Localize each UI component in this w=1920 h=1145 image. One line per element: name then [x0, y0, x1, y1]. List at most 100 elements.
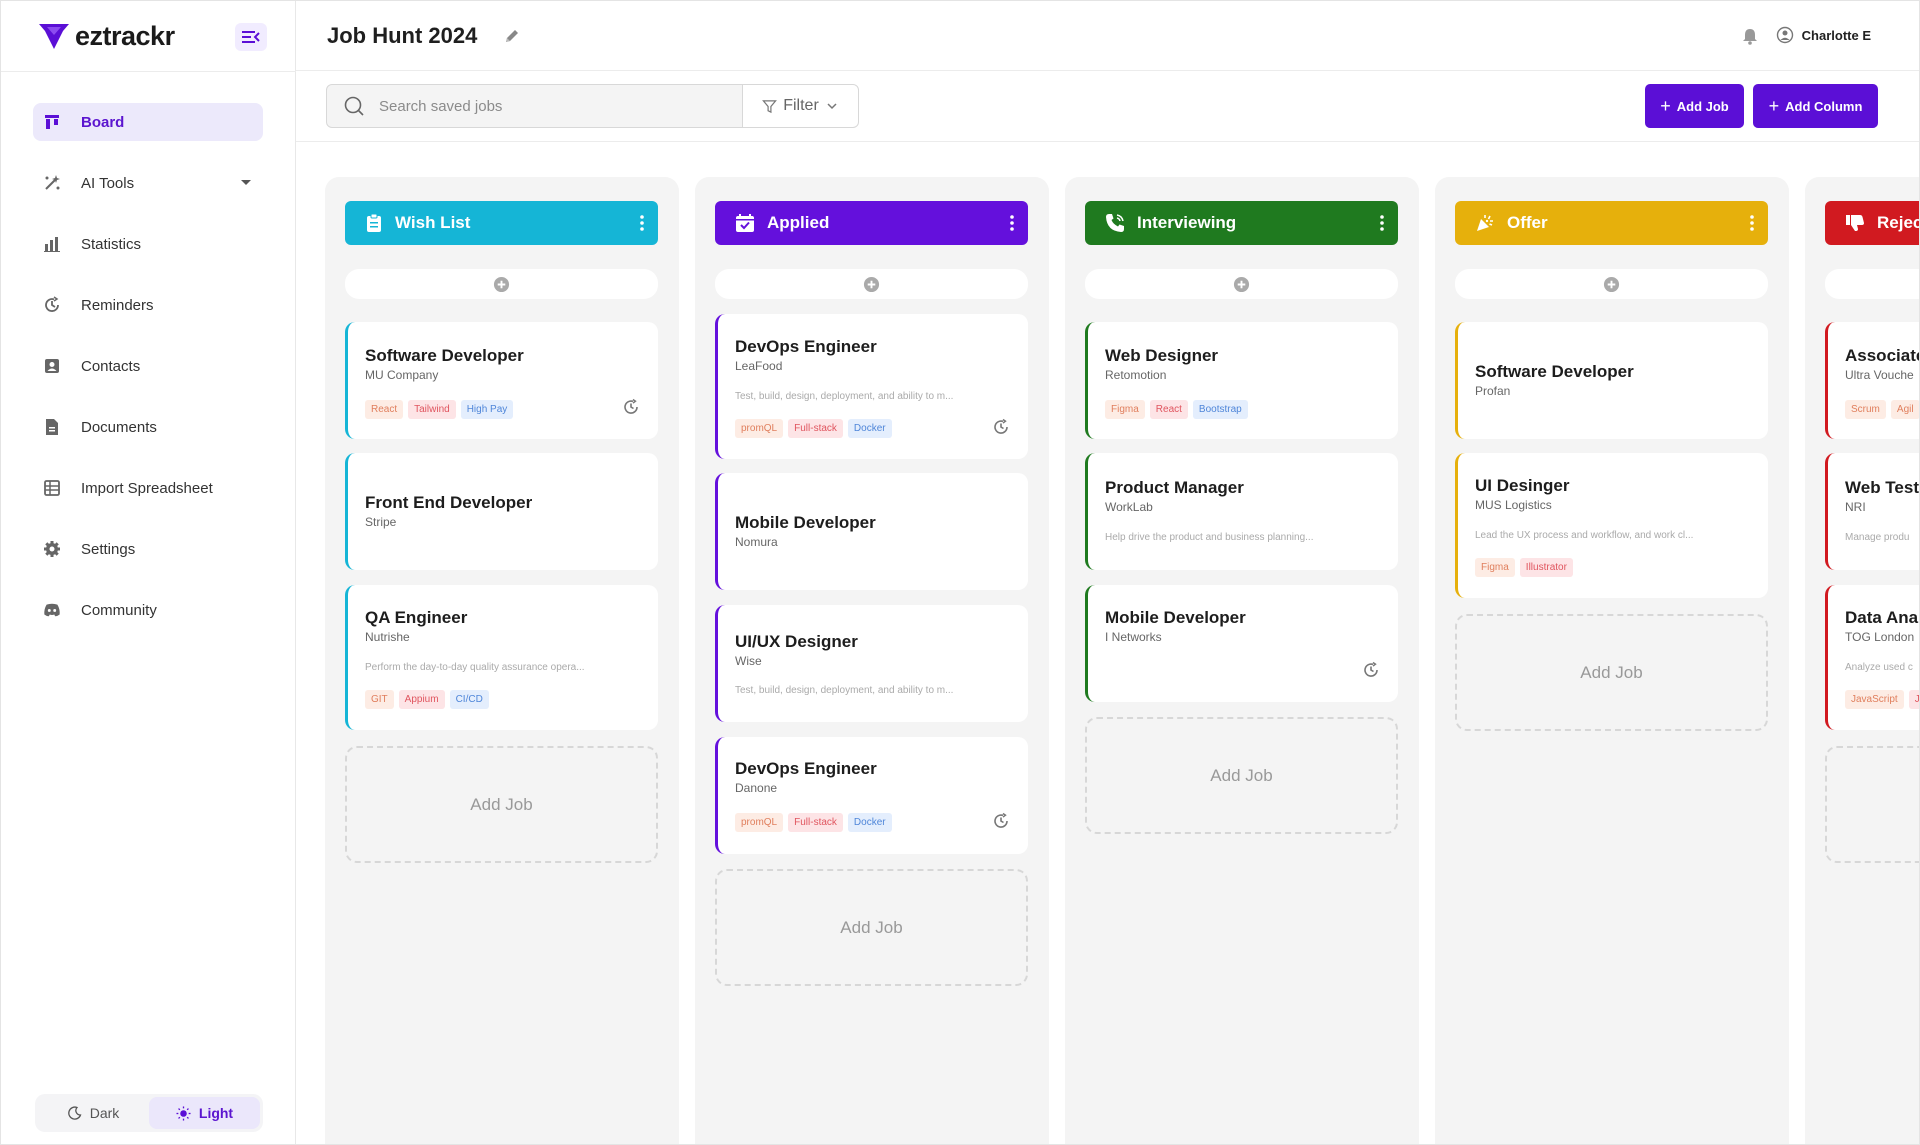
job-card[interactable]: Software Developer Profan	[1455, 322, 1768, 439]
job-card[interactable]: Software Developer MU Company React Tail…	[345, 322, 658, 439]
reminder-icon[interactable]	[1362, 661, 1380, 684]
sidebar-item-contacts[interactable]: Contacts	[33, 347, 263, 385]
add-job-dropzone[interactable]	[1825, 746, 1920, 863]
job-card[interactable]: UI/UX Designer Wise Test, build, design,…	[715, 605, 1028, 722]
job-card[interactable]: Web Test NRI Manage produ	[1825, 453, 1920, 570]
kebab-menu-icon[interactable]	[1010, 215, 1014, 236]
add-column-button[interactable]: + Add Column	[1753, 84, 1878, 128]
reminder-icon[interactable]	[622, 398, 640, 421]
sidebar-item-label: Documents	[81, 419, 157, 436]
sidebar-item-import-spreadsheet[interactable]: Import Spreadsheet	[33, 469, 263, 507]
add-job-button-label: Add Job	[1677, 99, 1729, 114]
sidebar-item-statistics[interactable]: Statistics	[33, 225, 263, 263]
tag: Full-stack	[788, 419, 843, 438]
add-job-dropzone[interactable]: Add Job	[1455, 614, 1768, 731]
job-tags: Scrum Agil	[1845, 400, 1920, 419]
settings-icon	[43, 540, 61, 558]
column-header[interactable]: Interviewing	[1085, 201, 1398, 245]
tag: Full-stack	[788, 813, 843, 832]
user-avatar-icon	[1776, 26, 1794, 44]
sidebar-divider	[1, 71, 296, 72]
job-card[interactable]: Front End Developer Stripe	[345, 453, 658, 570]
job-card[interactable]: QA Engineer Nutrishe Perform the day-to-…	[345, 585, 658, 730]
tag: GIT	[365, 690, 394, 709]
job-company: Ultra Vouche	[1845, 368, 1914, 382]
search-input[interactable]	[379, 98, 679, 115]
add-job-dropzone[interactable]: Add Job	[345, 746, 658, 863]
column-title: Wish List	[395, 213, 470, 233]
add-card-strip[interactable]	[1825, 269, 1920, 299]
job-title: Mobile Developer	[1105, 608, 1246, 628]
column-header[interactable]: Rejec	[1825, 201, 1920, 245]
edit-title-icon[interactable]	[503, 27, 521, 50]
top-bar: Job Hunt 2024 Charlotte E	[296, 1, 1919, 71]
job-tags: promQL Full-stack Docker	[735, 813, 897, 832]
add-card-strip[interactable]	[345, 269, 658, 299]
add-job-dropzone[interactable]: Add Job	[715, 869, 1028, 986]
job-tags: Figma React Bootstrap	[1105, 400, 1253, 419]
plus-circle-icon	[1233, 276, 1250, 293]
sidebar-item-ai-tools[interactable]: AI Tools	[33, 164, 263, 202]
search-box	[326, 84, 744, 128]
add-card-strip[interactable]	[1085, 269, 1398, 299]
light-mode-label: Light	[199, 1105, 233, 1121]
job-card[interactable]: Web Designer Retomotion Figma React Boot…	[1085, 322, 1398, 439]
column-applied: Applied DevOps Engineer LeaFood Test, bu…	[695, 177, 1049, 1145]
notifications-bell-icon[interactable]	[1741, 27, 1759, 50]
board-icon	[43, 113, 61, 131]
collapse-menu-icon	[241, 29, 261, 45]
column-header[interactable]: Applied	[715, 201, 1028, 245]
job-card[interactable]: Product Manager WorkLab Help drive the p…	[1085, 453, 1398, 570]
sidebar-item-documents[interactable]: Documents	[33, 408, 263, 446]
statistics-icon	[43, 235, 61, 253]
add-job-button[interactable]: + Add Job	[1645, 84, 1744, 128]
user-menu[interactable]: Charlotte E	[1776, 26, 1871, 44]
job-title: Web Designer	[1105, 346, 1218, 366]
add-card-strip[interactable]	[1455, 269, 1768, 299]
job-company: NRI	[1845, 500, 1866, 514]
column-header[interactable]: Offer	[1455, 201, 1768, 245]
job-card[interactable]: Data Ana TOG London Analyze used c JavaS…	[1825, 585, 1920, 730]
job-card[interactable]: UI Desinger MUS Logistics Lead the UX pr…	[1455, 453, 1768, 598]
sidebar-item-label: Statistics	[81, 236, 141, 253]
job-company: Nutrishe	[365, 630, 410, 644]
job-company: Profan	[1475, 384, 1510, 398]
app-window: eztrackr Board AI Tools	[0, 0, 1920, 1145]
job-card[interactable]: DevOps Engineer LeaFood Test, build, des…	[715, 314, 1028, 459]
kebab-menu-icon[interactable]	[1750, 215, 1754, 236]
sidebar-item-community[interactable]: Community	[33, 591, 263, 629]
kebab-menu-icon[interactable]	[640, 215, 644, 236]
tag: React	[365, 400, 403, 419]
add-column-button-label: Add Column	[1785, 99, 1862, 114]
dark-mode-label: Dark	[90, 1105, 120, 1121]
dark-mode-option[interactable]: Dark	[38, 1097, 149, 1129]
logo-heart-icon	[37, 21, 71, 51]
add-job-dropzone[interactable]: Add Job	[1085, 717, 1398, 834]
spreadsheet-icon	[43, 479, 61, 497]
job-title: Software Developer	[1475, 362, 1634, 382]
tag: Illustrator	[1520, 558, 1573, 577]
job-description: Perform the day-to-day quality assurance…	[365, 662, 585, 673]
column-header[interactable]: Wish List	[345, 201, 658, 245]
light-mode-option[interactable]: Light	[149, 1097, 260, 1129]
job-title: DevOps Engineer	[735, 759, 877, 779]
chevron-down-icon[interactable]	[241, 180, 251, 185]
job-card[interactable]: Associate Ultra Vouche Scrum Agil	[1825, 322, 1920, 439]
kebab-menu-icon[interactable]	[1380, 215, 1384, 236]
sidebar-item-settings[interactable]: Settings	[33, 530, 263, 568]
reminder-icon[interactable]	[992, 418, 1010, 441]
sidebar-item-board[interactable]: Board	[33, 103, 263, 141]
add-card-strip[interactable]	[715, 269, 1028, 299]
job-card[interactable]: Mobile Developer Nomura	[715, 473, 1028, 590]
reminder-icon[interactable]	[992, 812, 1010, 835]
job-card[interactable]: DevOps Engineer Danone promQL Full-stack…	[715, 737, 1028, 854]
sidebar-item-reminders[interactable]: Reminders	[33, 286, 263, 324]
job-description: Help drive the product and business plan…	[1105, 532, 1313, 543]
filter-dropdown[interactable]: Filter	[742, 84, 859, 128]
job-card[interactable]: Mobile Developer I Networks	[1085, 585, 1398, 702]
job-tags: promQL Full-stack Docker	[735, 419, 897, 438]
job-company: Danone	[735, 781, 777, 795]
collapse-sidebar-button[interactable]	[235, 23, 267, 51]
party-popper-icon	[1475, 213, 1495, 233]
logo[interactable]: eztrackr	[37, 19, 175, 53]
